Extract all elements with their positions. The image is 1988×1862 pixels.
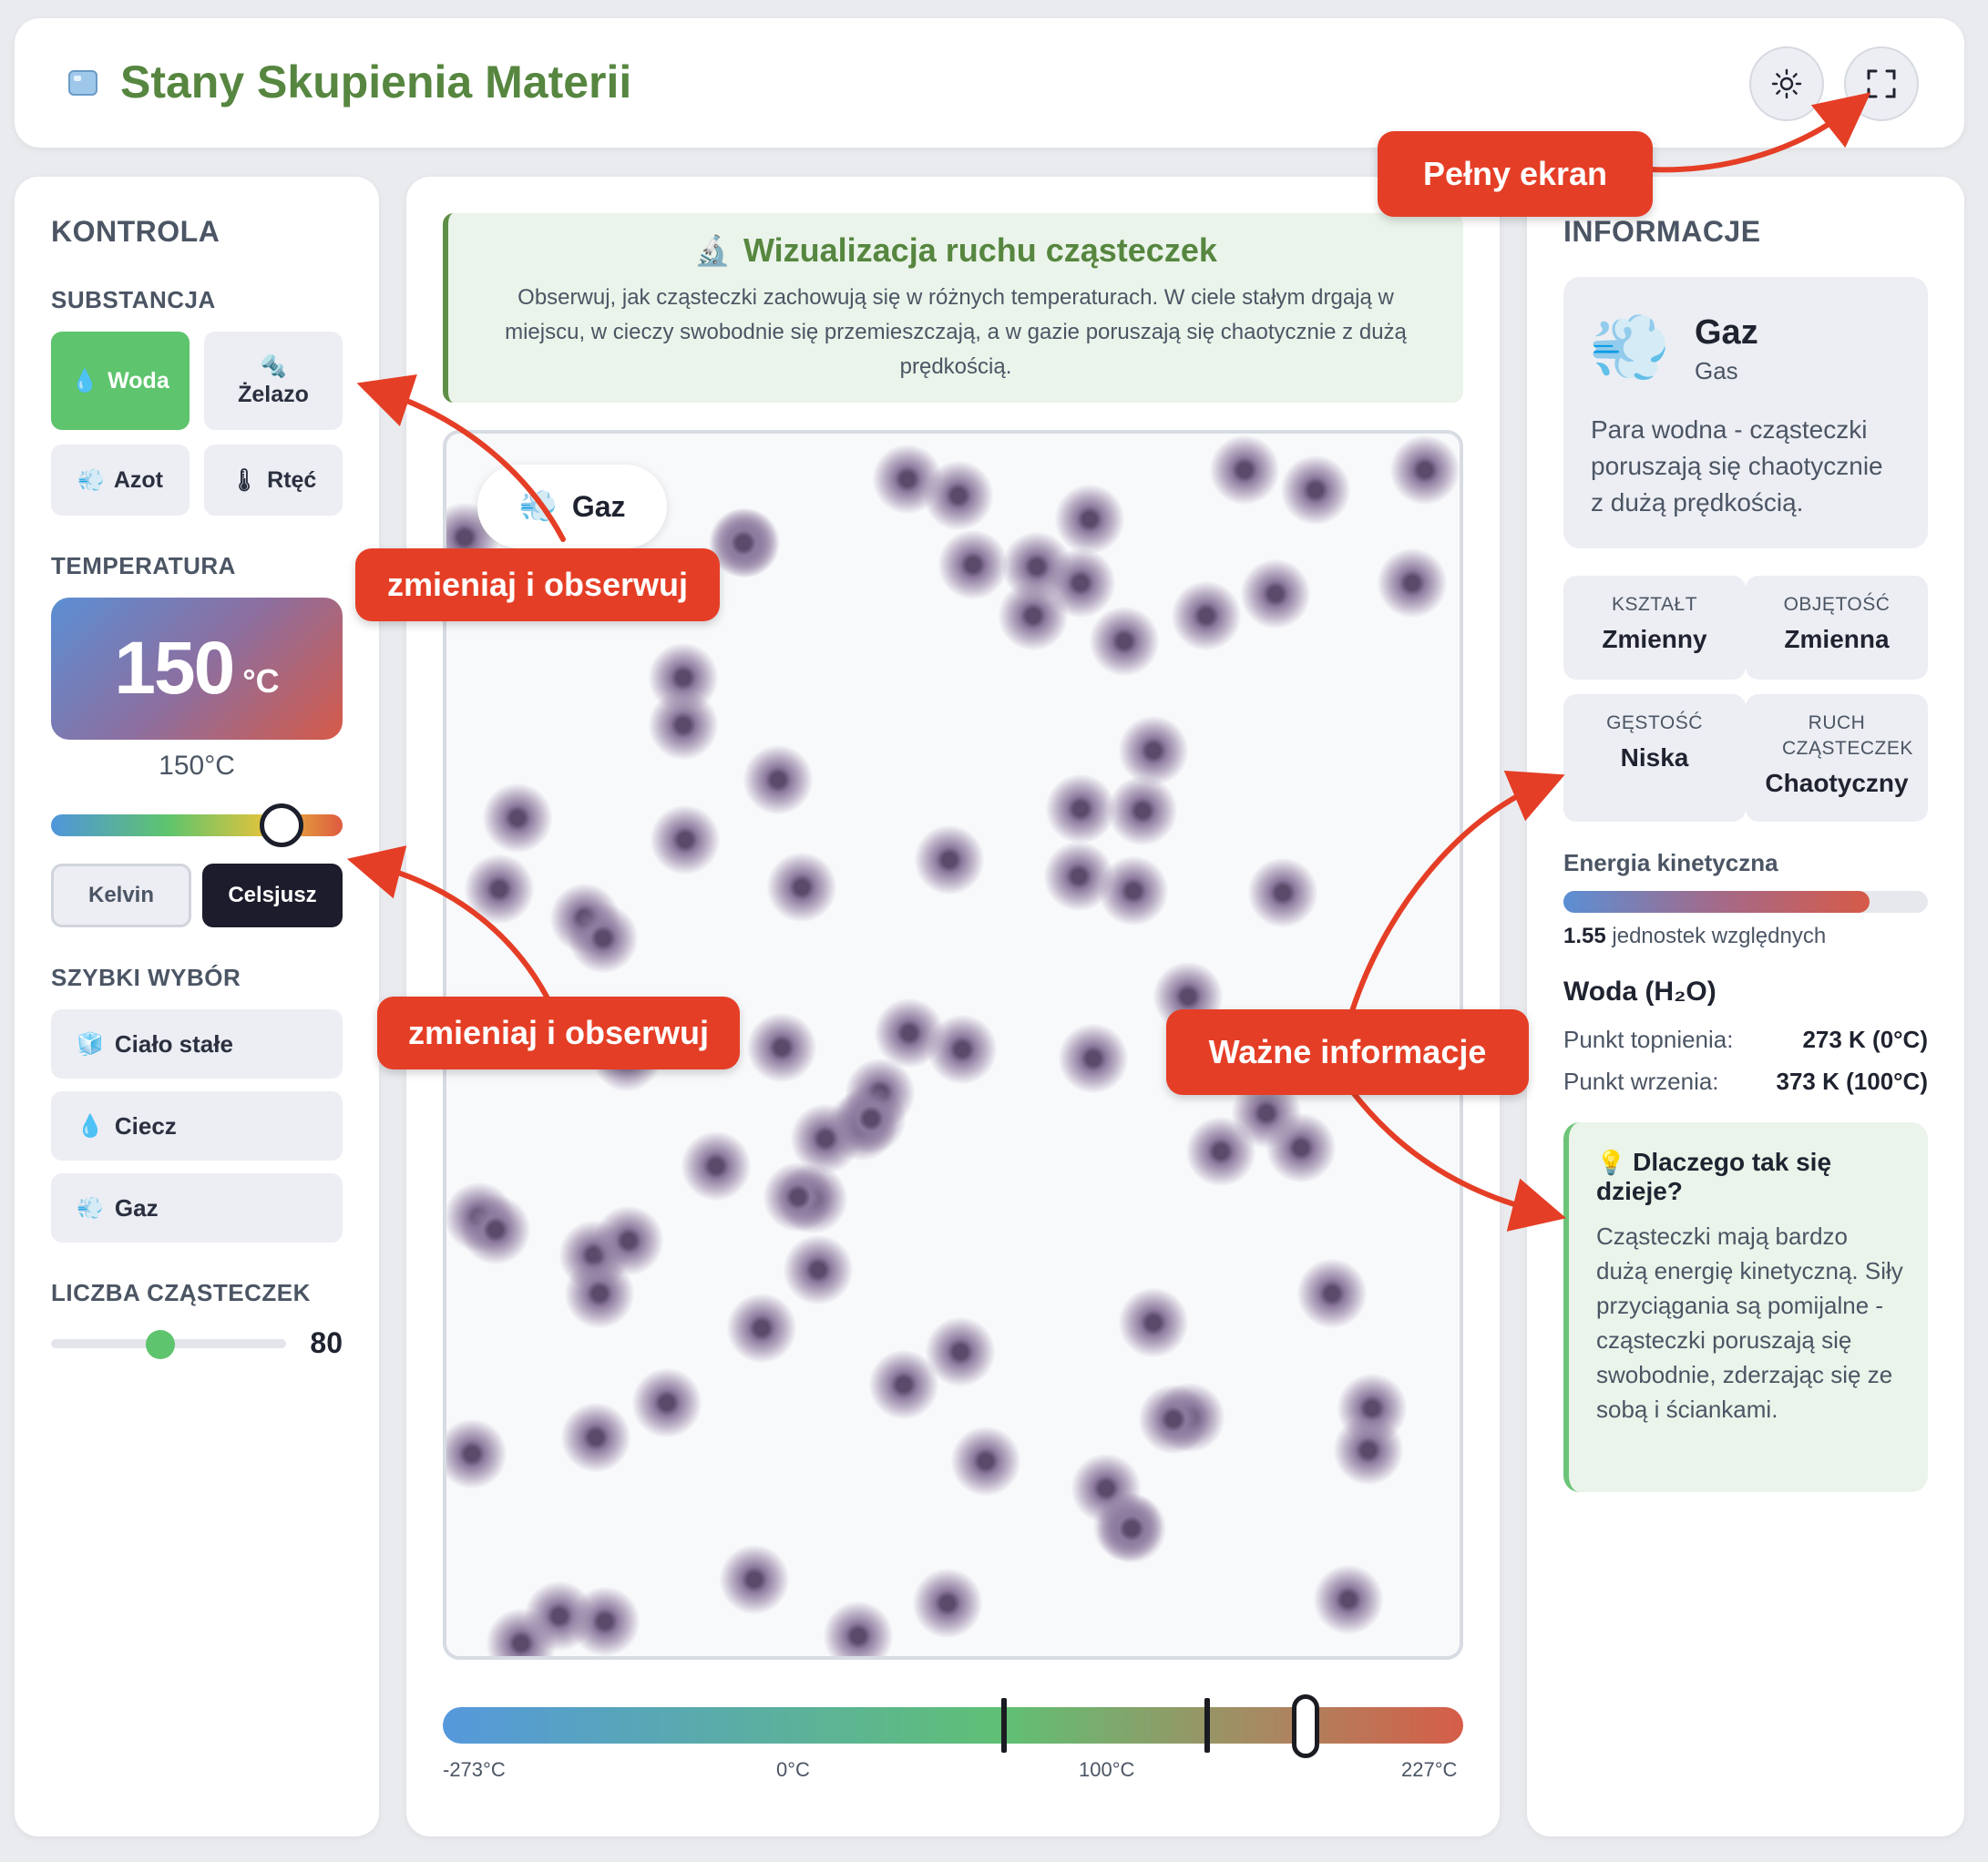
callout-fullscreen: Pełny ekran: [1378, 131, 1653, 217]
arrow-fullscreen: [1646, 92, 1871, 173]
arrow-temperature: [346, 845, 549, 999]
callout-important-info: Ważne informacje: [1166, 1009, 1529, 1095]
annotation-arrows: [346, 92, 1871, 1232]
arrow-substance: [356, 374, 566, 542]
callout-change-observe-temperature: zmieniaj i obserwuj: [377, 997, 740, 1069]
arrow-stats: [1349, 771, 1565, 1014]
arrow-why: [1349, 1089, 1567, 1232]
callout-change-observe-substance: zmieniaj i obserwuj: [355, 548, 720, 621]
